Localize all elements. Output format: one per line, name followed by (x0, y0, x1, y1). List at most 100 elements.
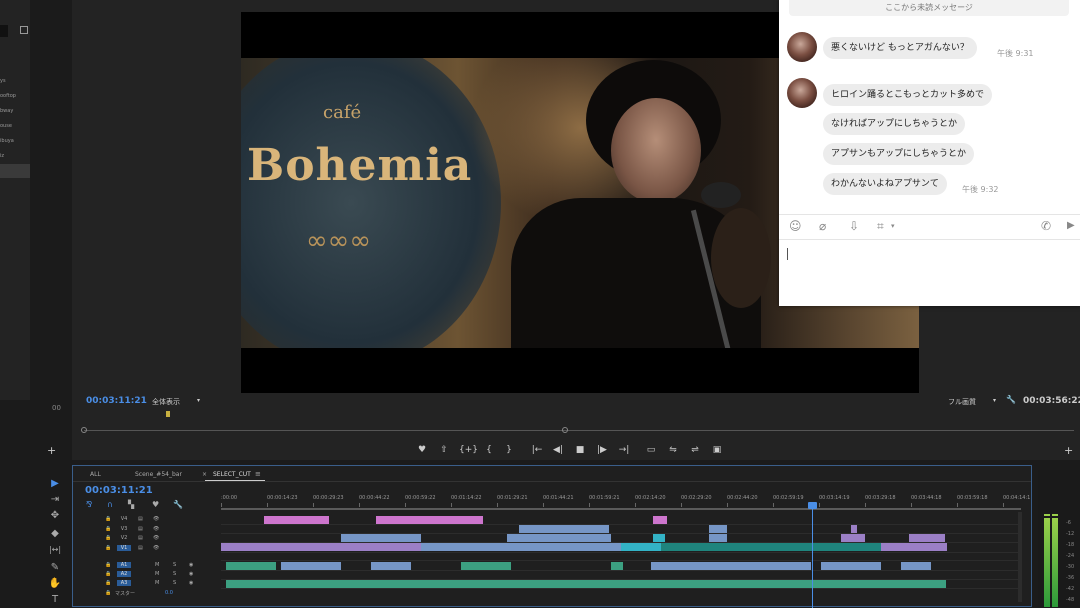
master-volume-value[interactable]: 0.0 (165, 590, 173, 596)
lock-icon[interactable]: 🔒 (105, 516, 111, 522)
track-name-v2[interactable]: V2 (117, 535, 131, 541)
scrub-bar[interactable] (84, 430, 1074, 431)
timeline-clip[interactable] (709, 534, 727, 542)
go-to-out-button[interactable]: →| (617, 445, 631, 455)
solo-button[interactable]: S (173, 571, 176, 577)
time-ruler[interactable]: :00:00 00:00:14:23 00:00:29:23 00:00:44:22 0… (221, 492, 1030, 508)
tab-scene-54-bar[interactable]: Scene_#54_bar (135, 471, 182, 478)
timeline-settings-icon[interactable]: 🔧 (173, 500, 183, 509)
track-select-tool[interactable]: ⇥ (48, 494, 62, 505)
project-search-field[interactable] (0, 25, 8, 37)
tab-all[interactable]: ALL (90, 471, 101, 478)
timeline-clip[interactable] (621, 543, 661, 551)
track-name-a2[interactable]: A2 (117, 571, 131, 577)
snap-icon[interactable]: ⅋ (86, 500, 92, 509)
timeline-clip[interactable] (519, 525, 609, 533)
selection-tool[interactable]: ▶ (48, 478, 62, 489)
lock-icon[interactable]: 🔒 (105, 580, 111, 586)
timeline-clip[interactable] (901, 562, 931, 570)
close-icon[interactable]: × (202, 471, 207, 478)
program-timecode[interactable]: 00:03:11:21 (86, 396, 147, 406)
marker-button[interactable]: ♥ (415, 445, 429, 455)
add-button-left[interactable]: + (47, 444, 56, 457)
project-item[interactable]: ibuya (0, 134, 30, 148)
emoji-icon[interactable]: ☺ (789, 219, 802, 233)
attach-icon[interactable]: ⌀ (819, 219, 826, 233)
project-item[interactable]: ooftop (0, 89, 30, 103)
go-to-in-button[interactable]: |← (530, 445, 544, 455)
timeline-clip[interactable] (661, 543, 801, 551)
lock-icon[interactable]: 🔒 (105, 535, 111, 541)
film-icon[interactable]: ▤ (138, 526, 143, 532)
timeline-clip[interactable] (226, 580, 946, 588)
timeline-clip[interactable] (341, 534, 421, 542)
solo-button[interactable]: S (173, 580, 176, 586)
extract-button[interactable]: ⇌ (688, 445, 702, 455)
timeline-clip[interactable] (841, 534, 865, 542)
message-input[interactable] (779, 240, 1080, 306)
mark-clip-button[interactable]: {+} (459, 445, 478, 455)
timeline-clip[interactable] (653, 516, 667, 524)
mute-button[interactable]: M (155, 562, 159, 568)
new-bin-icon[interactable] (20, 26, 28, 34)
export-frame-button[interactable]: ⇧ (437, 445, 451, 455)
eye-icon[interactable]: 👁 (153, 535, 159, 541)
work-area-bar[interactable] (221, 508, 1021, 510)
mic-icon[interactable]: ◉ (189, 562, 193, 568)
step-back-button[interactable]: ◀| (551, 445, 565, 455)
timeline-clip[interactable] (909, 534, 945, 542)
stop-button[interactable]: ■ (573, 445, 587, 455)
quality-select[interactable]: フル画質 ▾ (948, 397, 996, 407)
mute-button[interactable]: M (155, 571, 159, 577)
project-item-selected[interactable] (0, 164, 30, 178)
track-name-a1[interactable]: A1 (117, 562, 131, 568)
phone-icon[interactable]: ✆ (1041, 219, 1051, 233)
mark-in-button[interactable]: { (482, 445, 496, 455)
film-icon[interactable]: ▤ (138, 545, 143, 551)
pen-tool[interactable]: ✎ (48, 562, 62, 573)
project-item[interactable]: ys (0, 74, 30, 88)
timeline-clip[interactable] (851, 525, 857, 533)
timeline-clip[interactable] (461, 562, 511, 570)
scrub-handle-left[interactable] (81, 427, 87, 433)
sequence-timecode[interactable]: 00:03:11:21 (85, 485, 153, 496)
mark-out-button[interactable]: } (502, 445, 516, 455)
film-icon[interactable]: ▤ (138, 535, 143, 541)
eye-icon[interactable]: 👁 (153, 526, 159, 532)
timeline-clip[interactable] (611, 562, 623, 570)
tab-select-cut[interactable]: SELECT_CUT (213, 471, 251, 478)
add-marker-icon[interactable]: ▚ (128, 500, 134, 509)
project-item[interactable]: iz (0, 149, 30, 163)
hand-tool[interactable]: ✋ (48, 578, 62, 589)
film-icon[interactable]: ▤ (138, 516, 143, 522)
timeline-clip[interactable] (264, 516, 329, 524)
timeline-clip[interactable] (709, 525, 727, 533)
lock-icon[interactable]: 🔒 (105, 545, 111, 551)
compare-button[interactable]: ▣ (710, 445, 724, 455)
safe-margins-button[interactable]: ▭ (644, 445, 658, 455)
lock-icon[interactable]: 🔒 (105, 590, 111, 596)
mic-icon[interactable]: ◉ (189, 580, 193, 586)
project-item[interactable]: bway (0, 104, 30, 118)
solo-button[interactable]: S (173, 562, 176, 568)
playhead-marker[interactable] (166, 411, 170, 417)
eye-icon[interactable]: 👁 (153, 545, 159, 551)
vertical-scrollbar[interactable] (1018, 512, 1022, 602)
slip-tool[interactable]: |↔| (48, 545, 62, 554)
timeline-clip[interactable] (801, 543, 881, 551)
playhead-line[interactable] (812, 504, 813, 608)
avatar[interactable] (787, 78, 817, 108)
track-name-a3[interactable]: A3 (117, 580, 131, 586)
avatar[interactable] (787, 32, 817, 62)
add-button-right[interactable]: + (1064, 444, 1073, 457)
lock-icon[interactable]: 🔒 (105, 571, 111, 577)
video-call-icon[interactable]: ▶ (1067, 220, 1075, 231)
timeline-clip[interactable] (226, 562, 276, 570)
crop-icon[interactable]: ⌗ (877, 219, 884, 234)
ripple-edit-tool[interactable]: ✥ (48, 510, 62, 521)
download-icon[interactable]: ⇩ (849, 219, 859, 233)
timeline-clip[interactable] (881, 543, 947, 551)
timeline-clip[interactable] (376, 516, 483, 524)
step-forward-button[interactable]: |▶ (595, 445, 609, 455)
mute-button[interactable]: M (155, 580, 159, 586)
